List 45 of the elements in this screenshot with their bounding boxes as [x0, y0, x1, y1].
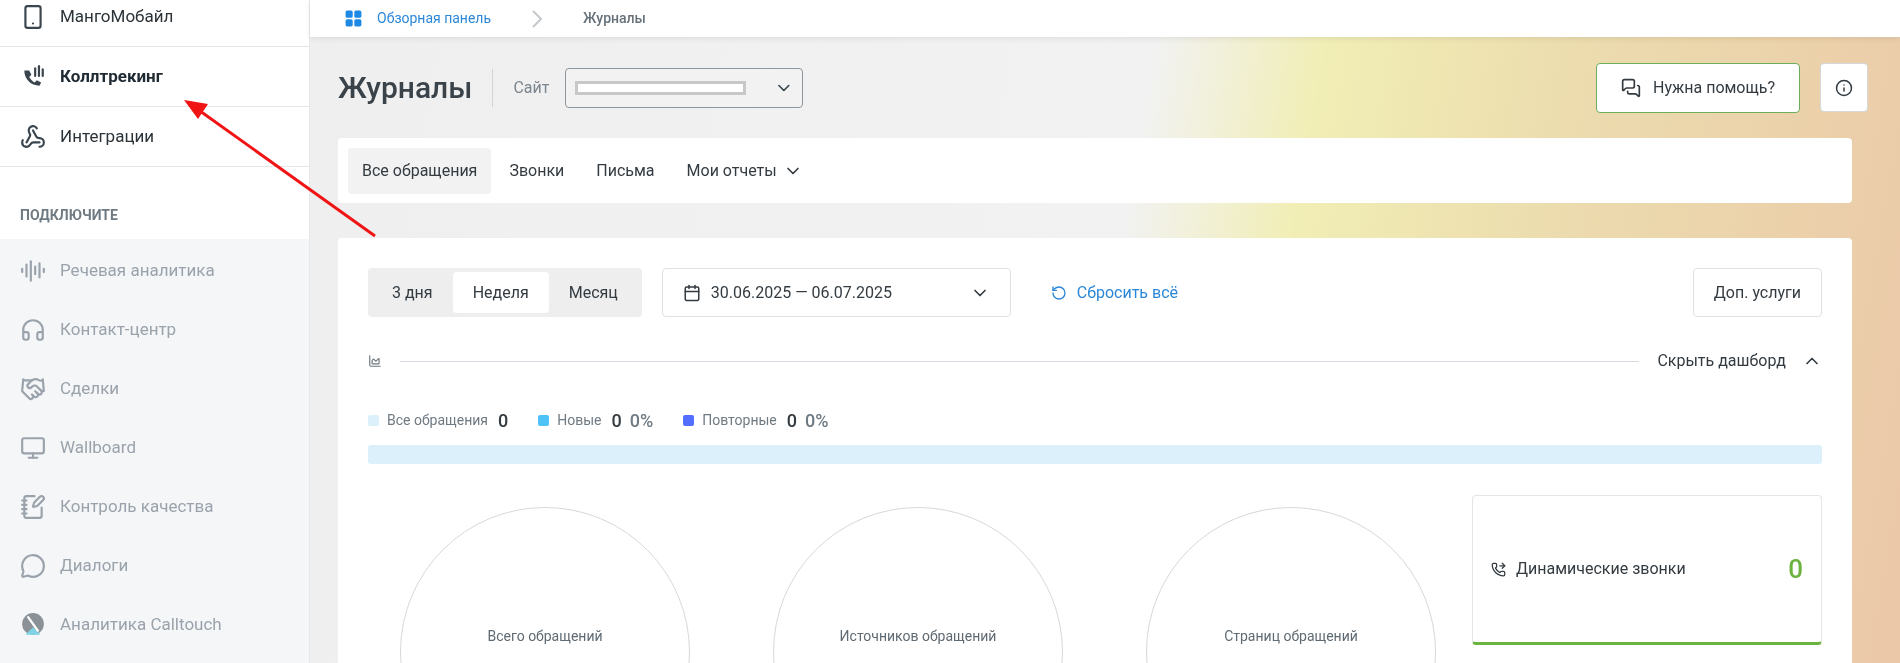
legend-count: 0: [611, 408, 622, 433]
card-value: 0: [1788, 552, 1803, 586]
site-select[interactable]: [565, 67, 804, 108]
info-button[interactable]: [1820, 63, 1868, 112]
site-label: Сайт: [513, 76, 550, 99]
info-icon: [1835, 78, 1853, 97]
legend-count: 0: [497, 408, 509, 433]
legend-count: 0: [786, 408, 797, 433]
legend-label: Новые: [557, 410, 602, 430]
date-range-picker[interactable]: 30.06.2025 — 06.07.2025: [661, 268, 1011, 317]
calendar-icon: [682, 283, 701, 302]
legend-percent: 0%: [805, 408, 829, 433]
webhook-icon: [20, 123, 46, 150]
grid-icon: [344, 9, 363, 28]
section-heading: ПОДКЛЮЧИТЕ: [20, 206, 118, 225]
card-label: Динамические звонки: [1516, 558, 1687, 580]
period-option[interactable]: Неделя: [452, 272, 549, 313]
stat-label: Источников обращений: [839, 627, 997, 646]
pie-logo-icon: [20, 611, 46, 638]
document-pen-icon: [20, 493, 46, 520]
reset-arrow-icon: [1050, 284, 1067, 301]
stat-label: Страниц обращений: [1224, 627, 1358, 646]
hide-dashboard-toggle[interactable]: Скрыть дашборд: [1657, 349, 1822, 373]
stat-label: Всего обращений: [487, 627, 603, 646]
extra-services-button[interactable]: Доп. услуги: [1692, 268, 1822, 317]
legend-percent: 0%: [629, 408, 654, 433]
reset-link[interactable]: Сбросить всё: [1050, 280, 1178, 305]
legend-label: Повторные: [702, 410, 777, 430]
tab[interactable]: Все обращения: [348, 147, 492, 194]
chevron-right-icon: [532, 9, 543, 28]
page-title: Журналы: [338, 69, 473, 107]
headset-icon: [20, 316, 46, 343]
chat-bubbles-icon: [1621, 77, 1641, 98]
help-button[interactable]: Нужна помощь?: [1596, 62, 1800, 113]
handshake-icon: [20, 375, 46, 402]
sound-bars-icon: [20, 257, 46, 284]
breadcrumb-current: Журналы: [583, 9, 646, 28]
area-chart-icon: [368, 354, 382, 368]
phone-icon: [1491, 561, 1506, 577]
legend-label: Все обращения: [387, 410, 488, 430]
monitor-icon: [20, 434, 46, 461]
breadcrumb-link[interactable]: Обзорная панель: [377, 8, 492, 29]
period-option[interactable]: 3 дня: [372, 272, 453, 313]
speech-bubble-icon: [20, 552, 46, 579]
period-option[interactable]: Месяц: [548, 272, 638, 313]
